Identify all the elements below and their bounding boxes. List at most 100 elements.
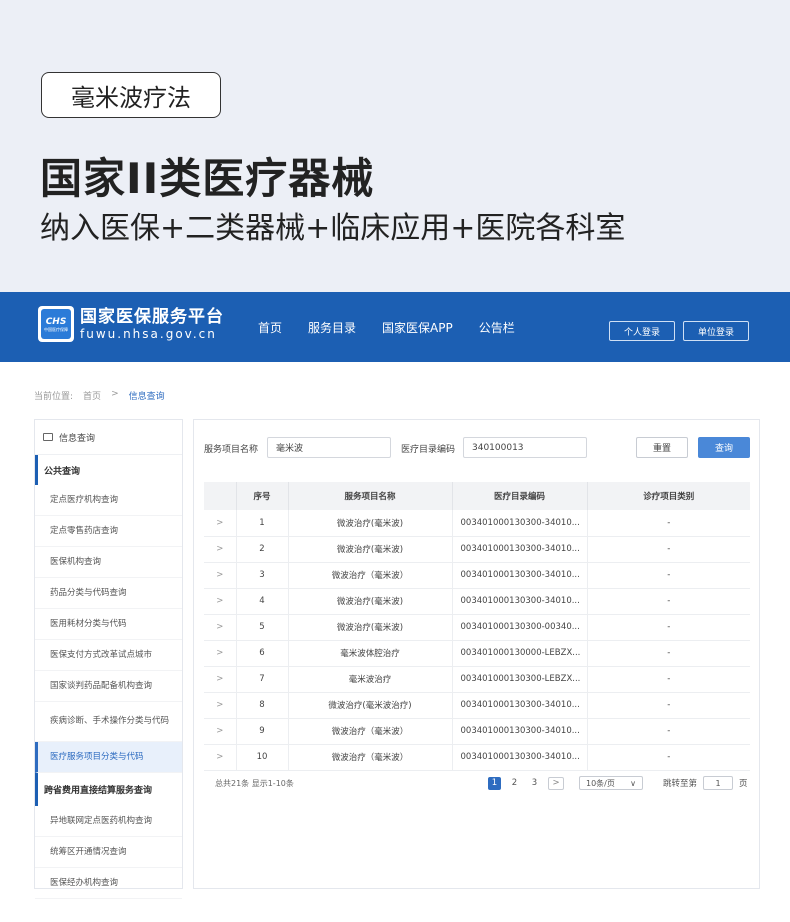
cell-category: - <box>586 692 750 719</box>
sidebar-header-label: 信息查询 <box>59 433 96 444</box>
page-button-2[interactable]: 2 <box>508 777 521 790</box>
sidebar-group-cross-province[interactable]: 跨省费用直接结算服务查询 <box>35 773 182 806</box>
table-header-row: 序号 服务项目名称 医疗目录编码 诊疗项目类别 <box>204 482 750 510</box>
cell-code: 003401000130300-34010... <box>451 718 587 745</box>
expand-row-icon[interactable]: > <box>204 692 236 719</box>
cell-code: 003401000130300-34010... <box>451 562 587 589</box>
cell-no: 10 <box>235 744 288 771</box>
nav-link-app[interactable]: 国家医保APP <box>382 319 453 336</box>
expand-row-icon[interactable]: > <box>204 666 236 693</box>
table-row[interactable]: >10 微波治疗（毫米波） 003401000130300-34010... - <box>204 744 750 771</box>
sidebar-item-drug-code[interactable]: 药品分类与代码查询 <box>35 578 182 609</box>
cell-no: 3 <box>235 562 288 589</box>
sidebar-item-handling-agency[interactable]: 医保经办机构查询 <box>35 868 182 899</box>
sidebar-item-medical-institution[interactable]: 定点医疗机构查询 <box>35 485 182 516</box>
catalog-code-input[interactable]: 340100013 <box>463 437 587 458</box>
nav-link-catalog[interactable]: 服务目录 <box>308 319 356 336</box>
expand-row-icon[interactable]: > <box>204 562 236 589</box>
chs-logo-icon: CHS 中国医疗保障 <box>38 306 74 342</box>
expand-row-icon[interactable]: > <box>204 640 236 667</box>
cell-category: - <box>586 510 750 537</box>
table-row[interactable]: >9 微波治疗（毫米波） 003401000130300-34010... - <box>204 718 750 745</box>
jump-page-input[interactable]: 1 <box>703 776 734 790</box>
sidebar-group-public[interactable]: 公共查询 <box>35 455 182 485</box>
table-row[interactable]: >3 微波治疗（毫米波） 003401000130300-34010... - <box>204 562 750 589</box>
cell-no: 7 <box>235 666 288 693</box>
cell-name: 微波治疗(毫米波) <box>287 614 452 641</box>
chevron-down-icon: ∨ <box>630 778 636 788</box>
expand-row-icon[interactable]: > <box>204 718 236 745</box>
sidebar-item-payment-reform[interactable]: 医保支付方式改革试点城市 <box>35 640 182 671</box>
cell-name: 微波治疗（毫米波） <box>287 718 452 745</box>
promo-tag: 毫米波疗法 <box>41 72 221 118</box>
unit-login-button[interactable]: 单位登录 <box>683 321 749 341</box>
service-name-label: 服务项目名称 <box>204 445 259 455</box>
cell-code: 003401000130000-LEBZX... <box>451 640 587 667</box>
sidebar-item-negotiated-drugs[interactable]: 国家谈判药品配备机构查询 <box>35 671 182 702</box>
next-page-icon[interactable]: > <box>548 776 564 790</box>
table-row[interactable]: >6 毫米波体腔治疗 003401000130000-LEBZX... - <box>204 640 750 667</box>
breadcrumb: 当前位置: 首页 > 信息查询 <box>34 389 175 402</box>
breadcrumb-current: 信息查询 <box>128 392 165 402</box>
expand-row-icon[interactable]: > <box>204 614 236 641</box>
cell-category: - <box>586 666 750 693</box>
reset-button[interactable]: 重置 <box>636 437 688 458</box>
cell-category: - <box>586 614 750 641</box>
sidebar-item-region-status[interactable]: 统筹区开通情况查询 <box>35 837 182 868</box>
page-button-1[interactable]: 1 <box>488 776 501 790</box>
expand-row-icon[interactable]: > <box>204 510 236 537</box>
table-row[interactable]: >1 微波治疗(毫米波) 003401000130300-34010... - <box>204 510 750 537</box>
logo-badge-subtext: 中国医疗保障 <box>44 326 68 332</box>
results-summary: 总共21条 显示1-10条 <box>215 779 294 788</box>
query-button[interactable]: 查询 <box>698 437 750 458</box>
column-header-no: 序号 <box>235 482 288 510</box>
nav-link-home[interactable]: 首页 <box>258 319 282 336</box>
table-row[interactable]: >5 微波治疗(毫米波) 003401000130300-00340... - <box>204 614 750 641</box>
jump-label: 跳转至第 <box>663 779 698 789</box>
nav-link-notice[interactable]: 公告栏 <box>479 319 515 336</box>
cell-category: - <box>586 640 750 667</box>
promo-subline: 纳入医保+二类器械+临床应用+医院各科室 <box>40 211 626 246</box>
cell-code: 003401000130300-00340... <box>451 614 587 641</box>
breadcrumb-prefix: 当前位置: <box>34 392 74 402</box>
nav-links: 首页 服务目录 国家医保APP 公告栏 <box>258 319 541 336</box>
personal-login-button[interactable]: 个人登录 <box>609 321 675 341</box>
cell-name: 微波治疗(毫米波治疗) <box>287 692 452 719</box>
logo-title: 国家医保服务平台 <box>80 306 224 327</box>
cell-no: 9 <box>235 718 288 745</box>
top-navbar: CHS 中国医疗保障 国家医保服务平台 fuwu.nhsa.gov.cn 首页 … <box>0 292 790 362</box>
logo-badge-text: CHS <box>45 316 67 327</box>
sidebar-item-insurance-agency[interactable]: 医保机构查询 <box>35 547 182 578</box>
sidebar-item-diagnosis-code[interactable]: 疾病诊断、手术操作分类与代码 <box>35 702 182 742</box>
cell-code: 003401000130300-34010... <box>451 744 587 771</box>
cell-code: 003401000130300-34010... <box>451 692 587 719</box>
expand-column-header <box>204 482 236 510</box>
table-row[interactable]: >8 微波治疗(毫米波治疗) 003401000130300-34010... - <box>204 692 750 719</box>
cell-no: 8 <box>235 692 288 719</box>
table-row[interactable]: >4 微波治疗(毫米波) 003401000130300-34010... - <box>204 588 750 615</box>
promo-banner: 毫米波疗法 国家II类医疗器械 纳入医保+二类器械+临床应用+医院各科室 <box>0 0 790 292</box>
sidebar-item-networked-institutions[interactable]: 异地联网定点医药机构查询 <box>35 806 182 837</box>
cell-category: - <box>586 562 750 589</box>
expand-row-icon[interactable]: > <box>204 536 236 563</box>
cell-name: 微波治疗(毫米波) <box>287 588 452 615</box>
sidebar-item-pharmacy[interactable]: 定点零售药店查询 <box>35 516 182 547</box>
sidebar-header[interactable]: 信息查询 <box>35 420 182 455</box>
cell-name: 微波治疗（毫米波） <box>287 744 452 771</box>
table-row[interactable]: >2 微波治疗(毫米波) 003401000130300-34010... - <box>204 536 750 563</box>
sidebar-item-consumables-code[interactable]: 医用耗材分类与代码 <box>35 609 182 640</box>
site-logo[interactable]: CHS 中国医疗保障 国家医保服务平台 fuwu.nhsa.gov.cn <box>38 306 224 342</box>
expand-row-icon[interactable]: > <box>204 588 236 615</box>
column-header-name: 服务项目名称 <box>287 482 452 510</box>
service-name-input[interactable]: 毫米波 <box>267 437 391 458</box>
logo-url: fuwu.nhsa.gov.cn <box>80 326 217 341</box>
breadcrumb-separator-icon: > <box>111 389 119 399</box>
page-button-3[interactable]: 3 <box>528 777 541 790</box>
cell-name: 毫米波体腔治疗 <box>287 640 452 667</box>
page-size-select[interactable]: 10条/页 ∨ <box>579 776 643 790</box>
expand-row-icon[interactable]: > <box>204 744 236 771</box>
cell-code: 003401000130300-34010... <box>451 510 587 537</box>
breadcrumb-home[interactable]: 首页 <box>83 389 101 402</box>
table-row[interactable]: >7 毫米波治疗 003401000130300-LEBZX... - <box>204 666 750 693</box>
sidebar-item-service-code[interactable]: 医疗服务项目分类与代码 <box>35 742 182 773</box>
